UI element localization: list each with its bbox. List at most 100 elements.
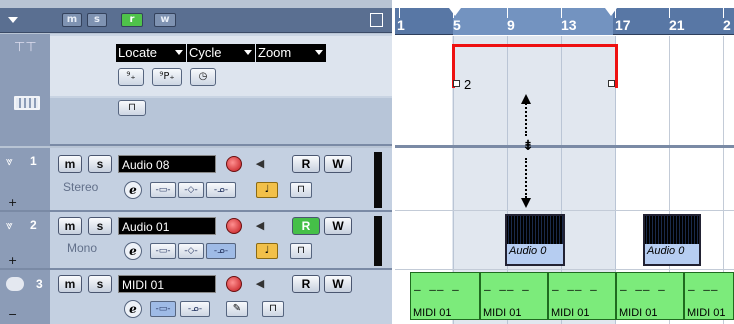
midi-notes: — —— — [484, 283, 530, 296]
solo-button[interactable]: s [88, 275, 112, 293]
record-enable-button[interactable] [226, 156, 242, 172]
audio-event[interactable]: Audio 0 [505, 214, 565, 266]
monitor-speaker-icon[interactable]: ◀ [252, 276, 268, 292]
read-automation-button[interactable]: R [292, 155, 320, 173]
midi-part-label: MIDI 01 [413, 307, 452, 319]
midi-notes: — —— — [414, 283, 460, 296]
track-type-label: Mono [67, 241, 98, 255]
ruler-bar-label: 2 [723, 17, 731, 33]
mute-button[interactable]: m [58, 217, 82, 235]
midi-part-label: MIDI 01 [619, 307, 658, 319]
pencil-icon[interactable]: ✎ [226, 301, 248, 317]
monitor-speaker-icon[interactable]: ◀ [252, 218, 268, 234]
insert-icon[interactable]: -▭- [150, 301, 176, 317]
divider[interactable] [395, 145, 734, 148]
cycle-range-highlight [453, 8, 613, 35]
solo-button[interactable]: s [88, 155, 112, 173]
lock-icon[interactable]: ⊓ [262, 301, 284, 317]
audio-track-icon: ⩔ [6, 154, 13, 168]
lock-icon[interactable]: ⊓ [290, 182, 312, 198]
audio-event[interactable]: Audio 0 [643, 214, 701, 266]
add-marker-button[interactable]: ⁹₊ [118, 68, 144, 86]
audio-event-label: Audio 0 [647, 245, 685, 257]
write-automation-button[interactable]: W [324, 155, 352, 173]
insert-icon[interactable]: -▭- [150, 182, 176, 198]
lock-icon[interactable]: ⊓ [290, 243, 312, 259]
midi-part-label: MIDI 01 [687, 307, 726, 319]
track-name-field[interactable]: MIDI 01 [118, 275, 216, 293]
midi-part-label: MIDI 01 [483, 307, 522, 319]
write-automation-button[interactable]: W [324, 275, 352, 293]
musical-mode-icon[interactable]: ♩ [256, 182, 278, 198]
send-icon[interactable]: -ᓄ- [206, 182, 236, 198]
cycle-dropdown[interactable]: Cycle [187, 44, 255, 62]
track-name-field[interactable]: Audio 01 [118, 217, 216, 235]
midi-notes: — —— — [552, 283, 598, 296]
write-automation-button[interactable]: W [324, 217, 352, 235]
track-row-1: ⩔ 1 + m s Audio 08 ◀ R W Stereo e -▭- -◇… [0, 148, 392, 212]
send-icon[interactable]: -ᓄ- [206, 243, 236, 259]
insert-icon[interactable]: -▭- [150, 243, 176, 259]
track-row-2: ⩔ 2 + m s Audio 01 ◀ R W Mono e -▭- -◇- … [0, 212, 392, 270]
filter-mute-button[interactable]: m [62, 13, 82, 27]
cycle-marker-left-handle[interactable] [453, 80, 460, 87]
level-meter [374, 152, 382, 208]
midi-part[interactable]: — —— MIDI 01 [684, 272, 734, 320]
solo-button[interactable]: s [88, 217, 112, 235]
expand-icon[interactable]: + [8, 196, 17, 209]
eq-icon[interactable]: -◇- [178, 243, 204, 259]
cycle-marker[interactable] [452, 44, 618, 88]
left-locator-icon[interactable] [449, 8, 461, 16]
resize-cursor-icon: ⇟ [522, 138, 534, 154]
musical-mode-icon[interactable]: ♩ [256, 243, 278, 259]
level-meter [374, 216, 382, 266]
edit-channel-button[interactable]: e [124, 181, 142, 199]
arrow-up-icon [521, 94, 531, 104]
lock-icon[interactable]: ⊓ [118, 100, 146, 116]
filter-read-button[interactable]: r [121, 13, 143, 27]
midi-part[interactable]: — —— — MIDI 01 [548, 272, 616, 320]
waveform [645, 216, 699, 244]
eq-icon[interactable]: -◇- [178, 182, 204, 198]
locate-dropdown[interactable]: Locate [116, 44, 186, 62]
ruler-bar-label: 21 [669, 17, 685, 33]
resize-cursor-line [525, 158, 527, 198]
track-number: 3 [36, 277, 43, 291]
record-enable-button[interactable] [226, 218, 242, 234]
mute-button[interactable]: m [58, 155, 82, 173]
edit-channel-button[interactable]: e [124, 242, 142, 260]
midi-part[interactable]: — —— — MIDI 01 [480, 272, 548, 320]
ruler-bar-label: 13 [561, 17, 577, 33]
monitor-speaker-icon[interactable]: ◀ [252, 156, 268, 172]
track-divider-line [395, 269, 734, 270]
track-name-field[interactable]: Audio 08 [118, 155, 216, 173]
ruler[interactable]: 1 5 9 13 17 21 2 [395, 8, 734, 35]
send-icon[interactable]: -ᓄ- [180, 301, 210, 317]
edit-channel-button[interactable]: e [124, 300, 142, 318]
read-automation-button[interactable]: R [292, 275, 320, 293]
track-row-3: 3 − m s MIDI 01 ◀ R W e -▭- -ᓄ- ✎ ⊓ [0, 270, 392, 324]
track-list-header: m s r w [0, 8, 392, 33]
right-locator-icon[interactable] [605, 8, 617, 16]
clock-icon[interactable]: ◷ [190, 68, 216, 86]
record-enable-button[interactable] [226, 276, 242, 292]
zoom-dropdown[interactable]: Zoom [256, 44, 326, 62]
mute-button[interactable]: m [58, 275, 82, 293]
midi-track-icon [6, 277, 24, 291]
midi-part[interactable]: — —— — MIDI 01 [616, 272, 684, 320]
cycle-marker-right-handle[interactable] [608, 80, 615, 87]
midi-part[interactable]: — —— — MIDI 01 [410, 272, 480, 320]
track-list-layout-icon[interactable] [370, 13, 383, 27]
filter-solo-button[interactable]: s [87, 13, 107, 27]
add-cycle-marker-button[interactable]: ⁹P₊ [152, 68, 182, 86]
track-number-column: ⩔ 2 + [0, 212, 50, 268]
track-menu-arrow-icon[interactable] [8, 17, 18, 23]
expand-icon[interactable]: + [8, 254, 17, 267]
expand-icon[interactable]: − [8, 308, 17, 321]
filter-write-button[interactable]: w [154, 13, 176, 27]
read-automation-button[interactable]: R [292, 217, 320, 235]
audio-track-icon: ⩔ [6, 218, 13, 232]
cycle-label: Cycle [189, 45, 222, 60]
ruler-bar-label: 5 [453, 17, 461, 33]
chevron-down-icon [175, 50, 183, 55]
